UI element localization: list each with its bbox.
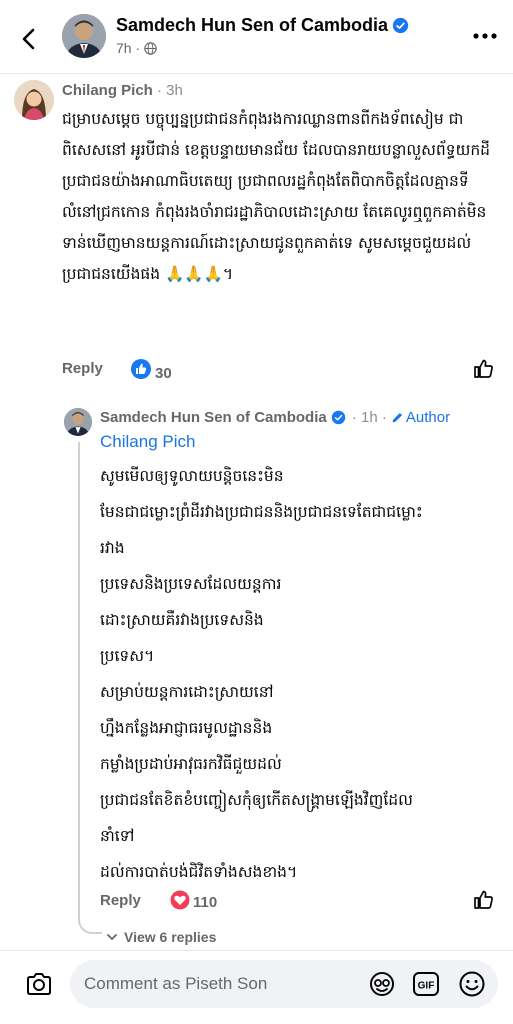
back-arrow-icon[interactable] <box>14 24 44 54</box>
reply-text-line: ប្រទេស។ <box>100 647 155 665</box>
more-options-icon[interactable] <box>470 26 500 46</box>
reply-text-line: ដល់ការបាត់បង់ជិវិតទាំងសងខាង។ <box>100 863 298 881</box>
reply-reaction-count[interactable]: 110 <box>170 890 217 914</box>
thread-connector-curve <box>78 904 102 934</box>
view-replies-link[interactable]: View 6 replies <box>106 929 216 945</box>
camera-icon[interactable] <box>24 969 54 999</box>
reply-text-line: ដោះស្រាយគឺរវាងប្រទេសនិង <box>100 611 264 629</box>
verified-badge-icon <box>392 17 409 34</box>
avatar-sticker-icon[interactable] <box>368 970 396 998</box>
like-button-icon[interactable] <box>472 888 496 912</box>
mention-link[interactable]: Chilang Pich <box>100 432 195 452</box>
reply-author-name-text[interactable]: Samdech Hun Sen of Cambodia <box>100 409 327 426</box>
reply-text-line: ប្រជាជនតែខិតខំបញ្ចៀសកុំឲ្យកើតសង្គ្រាមឡើង… <box>100 791 413 809</box>
reply-text-line: ប្រទេសនិងប្រទេសដែលយន្តការ <box>100 575 282 593</box>
page-name[interactable]: Samdech Hun Sen of Cambodia <box>116 15 409 36</box>
comment-input[interactable]: Comment as Piseth Son GIF <box>70 960 498 1008</box>
reply-text-line: សម្រាប់យន្តការដោះស្រាយនៅ <box>100 683 274 701</box>
gif-label: GIF <box>418 981 435 992</box>
page-name-text[interactable]: Samdech Hun Sen of Cambodia <box>116 15 388 35</box>
reply-text-line: មែនជាជម្លោះព្រំដីរវាងប្រជាជននិងប្រជាជនទេ… <box>100 503 423 521</box>
post-time: 7h · <box>116 40 157 56</box>
reply-text-line: ហ្នឹងកន្លែងអាជ្ញាធរមូលដ្ឋាននិង <box>100 719 273 737</box>
page-avatar[interactable] <box>62 14 106 58</box>
heart-count: 110 <box>193 894 218 911</box>
author-badge: Author <box>405 409 451 426</box>
reply-text-line: កម្លាំងប្រដាប់អាវុធរកវិធីជួយដល់ <box>100 755 282 773</box>
love-reaction-icon <box>170 890 190 910</box>
like-count: 30 <box>155 365 172 382</box>
view-replies-text[interactable]: View 6 replies <box>124 929 216 945</box>
reply-time: · 1h · <box>351 409 387 426</box>
pencil-icon <box>392 412 402 423</box>
post-time-text: 7h · <box>116 40 141 56</box>
reply-body: សូមមើលឲ្យទូលាយបន្តិចនេះមិនមែនជាជម្លោះព្រ… <box>100 458 500 890</box>
reply-text-line: សូមមើលឲ្យទូលាយបន្តិចនេះមិន <box>100 467 284 485</box>
comment-composer-bar: Comment as Piseth Son GIF <box>0 950 513 1024</box>
reply-reply-button[interactable]: Reply <box>100 892 141 909</box>
emoji-icon[interactable] <box>458 970 486 998</box>
chevron-down-icon <box>107 934 117 940</box>
commenter-name-text[interactable]: Chilang Pich <box>62 82 153 99</box>
like-reaction-icon <box>131 359 151 379</box>
gif-icon[interactable]: GIF <box>412 971 440 997</box>
globe-icon <box>144 42 157 55</box>
reply-author-name[interactable]: Samdech Hun Sen of Cambodia · 1h · Autho… <box>100 409 450 426</box>
verified-badge-icon <box>331 410 345 425</box>
reply-text-line: រវាង <box>100 539 125 557</box>
commenter-avatar[interactable] <box>14 80 54 120</box>
comment-reply-button[interactable]: Reply <box>62 360 103 377</box>
comment-input-placeholder[interactable]: Comment as Piseth Son <box>84 974 267 994</box>
comment-body: ជម្រាបសម្ដេច បច្ចុប្បន្នប្រជាជនកំពុងរងកា… <box>62 110 491 283</box>
comment-reaction-count[interactable]: 30 <box>130 358 172 384</box>
reply-text-line: នាំទៅ <box>100 827 135 845</box>
commenter-name[interactable]: Chilang Pich · 3h <box>62 82 183 99</box>
thread-connector <box>78 442 80 922</box>
post-header: Samdech Hun Sen of Cambodia 7h · <box>0 0 513 74</box>
like-button-icon[interactable] <box>472 357 496 381</box>
reply-author-avatar[interactable] <box>64 408 92 436</box>
comment-time: · 3h <box>157 82 183 99</box>
